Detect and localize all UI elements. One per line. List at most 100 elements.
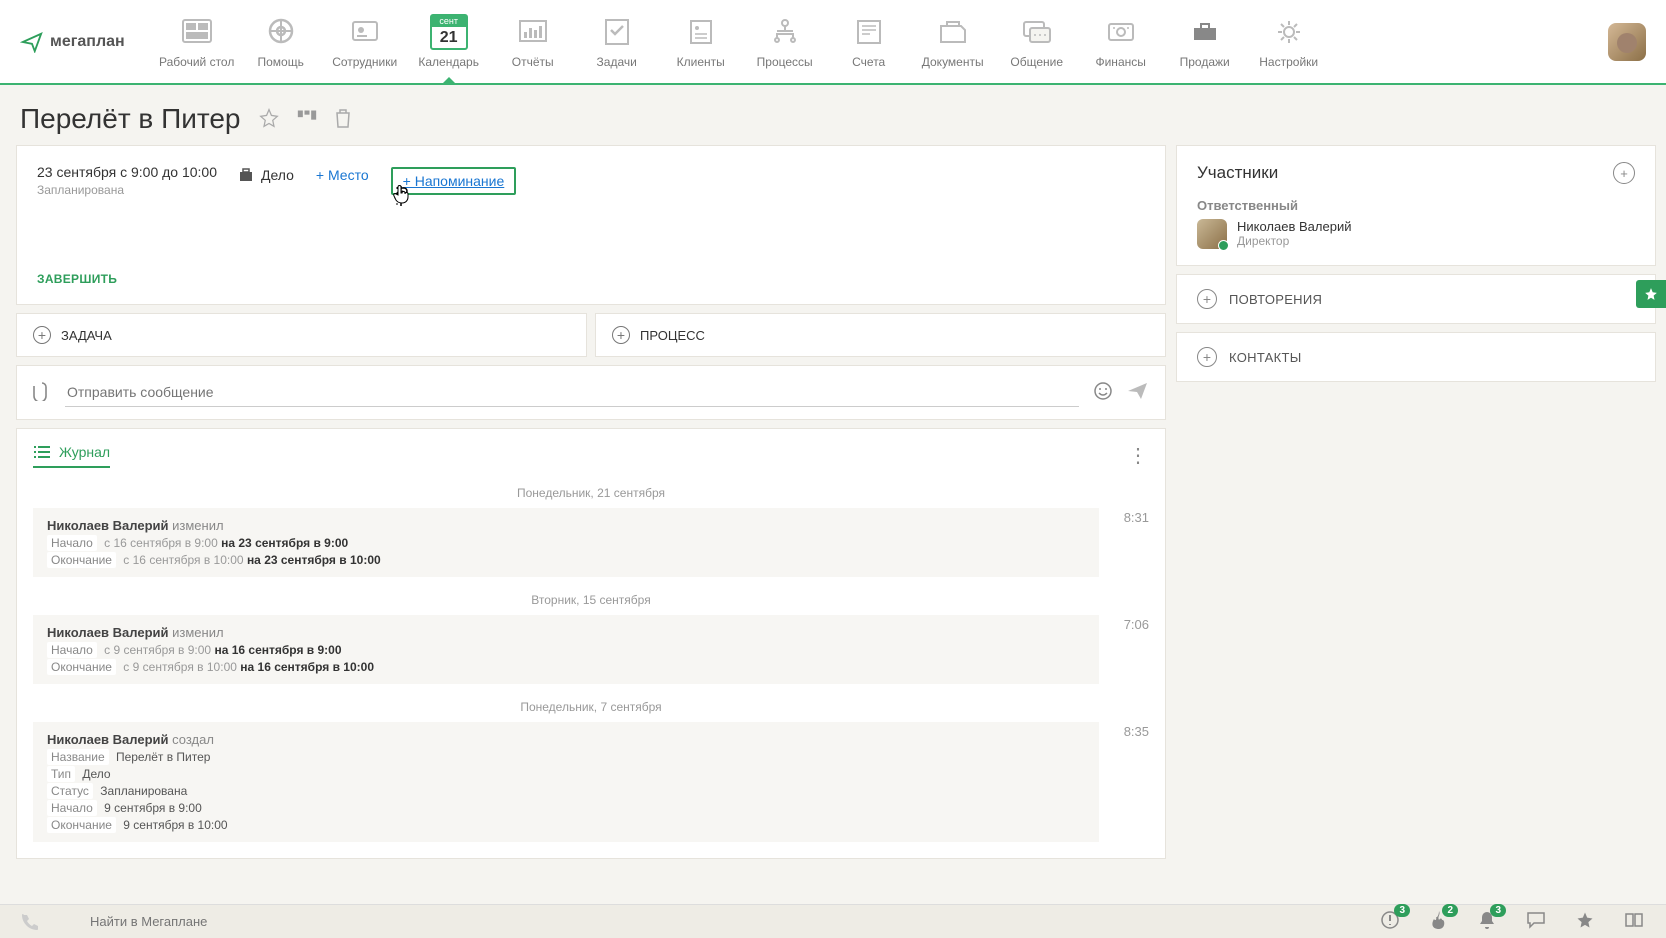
nav-item-1[interactable]: Помощь: [239, 15, 323, 69]
nav-icon: [265, 18, 297, 46]
left-column: 23 сентября с 9:00 до 10:00 Запланирован…: [16, 145, 1166, 904]
board-icon[interactable]: [297, 109, 317, 130]
add-reminder-link[interactable]: + Напоминание: [391, 167, 517, 195]
alert-icon[interactable]: 3: [1380, 910, 1400, 933]
nav-icon: [853, 18, 885, 46]
nav-item-5[interactable]: Задачи: [575, 15, 659, 69]
nav-item-4[interactable]: Отчёты: [491, 15, 575, 69]
nav-icon: [937, 18, 969, 46]
star-icon[interactable]: [1576, 911, 1594, 932]
event-time-range: 23 сентября с 9:00 до 10:00: [37, 164, 217, 180]
nav-label: Продажи: [1180, 55, 1230, 69]
top-navigation: мегаплан Рабочий стол Помощь Сотрудникисен…: [0, 0, 1666, 85]
event-type: Дело: [239, 167, 294, 183]
nav-icon: [769, 18, 801, 46]
add-place-link[interactable]: + Место: [316, 167, 369, 183]
nav-label: Задачи: [597, 55, 637, 69]
brand-text: мегаплан: [50, 33, 125, 51]
brand-logo[interactable]: мегаплан: [20, 31, 125, 53]
nav-label: Процессы: [757, 55, 813, 69]
emoji-icon[interactable]: [1093, 381, 1113, 404]
nav-item-7[interactable]: Процессы: [743, 15, 827, 69]
nav-label: Клиенты: [677, 55, 725, 69]
nav-label: Помощь: [258, 55, 304, 69]
nav-item-3[interactable]: сент21Календарь: [407, 15, 491, 69]
main-content: 23 сентября с 9:00 до 10:00 Запланирован…: [0, 145, 1666, 904]
nav-item-11[interactable]: Финансы: [1079, 15, 1163, 69]
bottom-bar: 3 2 3: [0, 904, 1666, 938]
nav-label: Календарь: [418, 55, 479, 69]
nav-icon: [517, 18, 549, 46]
complete-button[interactable]: ЗАВЕРШИТЬ: [37, 272, 1145, 286]
add-row: + ЗАДАЧА + ПРОЦЕСС: [16, 313, 1166, 357]
event-status: Запланирована: [37, 183, 217, 197]
add-participant-button[interactable]: +: [1613, 162, 1635, 184]
chat-icon[interactable]: [1526, 911, 1546, 932]
journal-card: Журнал ⋮ Понедельник, 21 сентября Николае…: [16, 428, 1166, 859]
nav-icon: [1105, 18, 1137, 46]
nav-icon: [1021, 18, 1053, 46]
plus-icon: +: [612, 326, 630, 344]
nav-label: Счета: [852, 55, 885, 69]
right-column: Участники + Ответственный Николаев Валер…: [1176, 145, 1656, 904]
repeats-row[interactable]: + ПОВТОРЕНИЯ: [1176, 274, 1656, 324]
attachment-icon[interactable]: [33, 381, 51, 404]
add-task-button[interactable]: + ЗАДАЧА: [16, 313, 587, 357]
fire-icon[interactable]: 2: [1430, 910, 1448, 933]
participant-row[interactable]: Николаев Валерий Директор: [1197, 219, 1635, 249]
list-icon: [33, 445, 51, 459]
journal-menu-icon[interactable]: ⋮: [1128, 443, 1149, 468]
nav-icon: [601, 18, 633, 46]
nav-label: Рабочий стол: [159, 55, 234, 69]
bell-icon[interactable]: 3: [1478, 910, 1496, 933]
participant-position: Директор: [1237, 234, 1351, 248]
nav-label: Финансы: [1095, 55, 1145, 69]
nav-label: Общение: [1010, 55, 1063, 69]
nav-item-9[interactable]: Документы: [911, 15, 995, 69]
participants-card: Участники + Ответственный Николаев Валер…: [1176, 145, 1656, 266]
nav-label: Отчёты: [512, 55, 554, 69]
phone-icon[interactable]: [0, 913, 60, 931]
log-time: 8:35: [1113, 722, 1149, 842]
log-row: Николаев Валерий создалНазвание Перелёт …: [33, 722, 1149, 842]
message-input[interactable]: [65, 378, 1079, 407]
paper-plane-icon: [20, 31, 44, 53]
user-avatar[interactable]: [1608, 23, 1646, 61]
nav-item-6[interactable]: Клиенты: [659, 15, 743, 69]
nav-icon: [349, 18, 381, 46]
participant-name: Николаев Валерий: [1237, 219, 1351, 234]
log-block: Николаев Валерий изменилНачало с 9 сентя…: [33, 615, 1099, 684]
nav-item-0[interactable]: Рабочий стол: [155, 15, 239, 69]
send-icon[interactable]: [1127, 381, 1149, 404]
book-icon[interactable]: [1624, 912, 1644, 931]
contacts-row[interactable]: + КОНТАКТЫ: [1176, 332, 1656, 382]
log-time: 8:31: [1113, 508, 1149, 577]
nav-label: Документы: [922, 55, 984, 69]
alert-badge: 3: [1394, 904, 1410, 917]
nav-item-13[interactable]: Настройки: [1247, 15, 1331, 69]
journal-tab[interactable]: Журнал: [33, 444, 110, 468]
nav-label: Настройки: [1259, 55, 1318, 69]
message-composer: [16, 365, 1166, 420]
log-date: Понедельник, 7 сентября: [33, 700, 1149, 714]
log-block: Николаев Валерий изменилНачало с 16 сент…: [33, 508, 1099, 577]
responsible-label: Ответственный: [1197, 198, 1635, 213]
fire-badge: 2: [1442, 904, 1458, 917]
star-icon[interactable]: [259, 108, 279, 131]
edge-star-tab[interactable]: [1636, 280, 1666, 308]
log-row: Николаев Валерий изменилНачало с 16 сент…: [33, 508, 1149, 577]
log-block: Николаев Валерий создалНазвание Перелёт …: [33, 722, 1099, 842]
nav-item-12[interactable]: Продажи: [1163, 15, 1247, 69]
nav-item-8[interactable]: Счета: [827, 15, 911, 69]
plus-icon: +: [33, 326, 51, 344]
plus-icon: +: [1197, 289, 1217, 309]
nav-icon: [181, 18, 213, 46]
page-title: Перелёт в Питер: [20, 103, 241, 135]
trash-icon[interactable]: [335, 108, 351, 131]
nav-item-2[interactable]: Сотрудники: [323, 15, 407, 69]
bottom-search-input[interactable]: [90, 914, 390, 929]
log-date: Понедельник, 21 сентября: [33, 486, 1149, 500]
nav-item-10[interactable]: Общение: [995, 15, 1079, 69]
add-process-button[interactable]: + ПРОЦЕСС: [595, 313, 1166, 357]
bottom-search: [60, 914, 1358, 929]
